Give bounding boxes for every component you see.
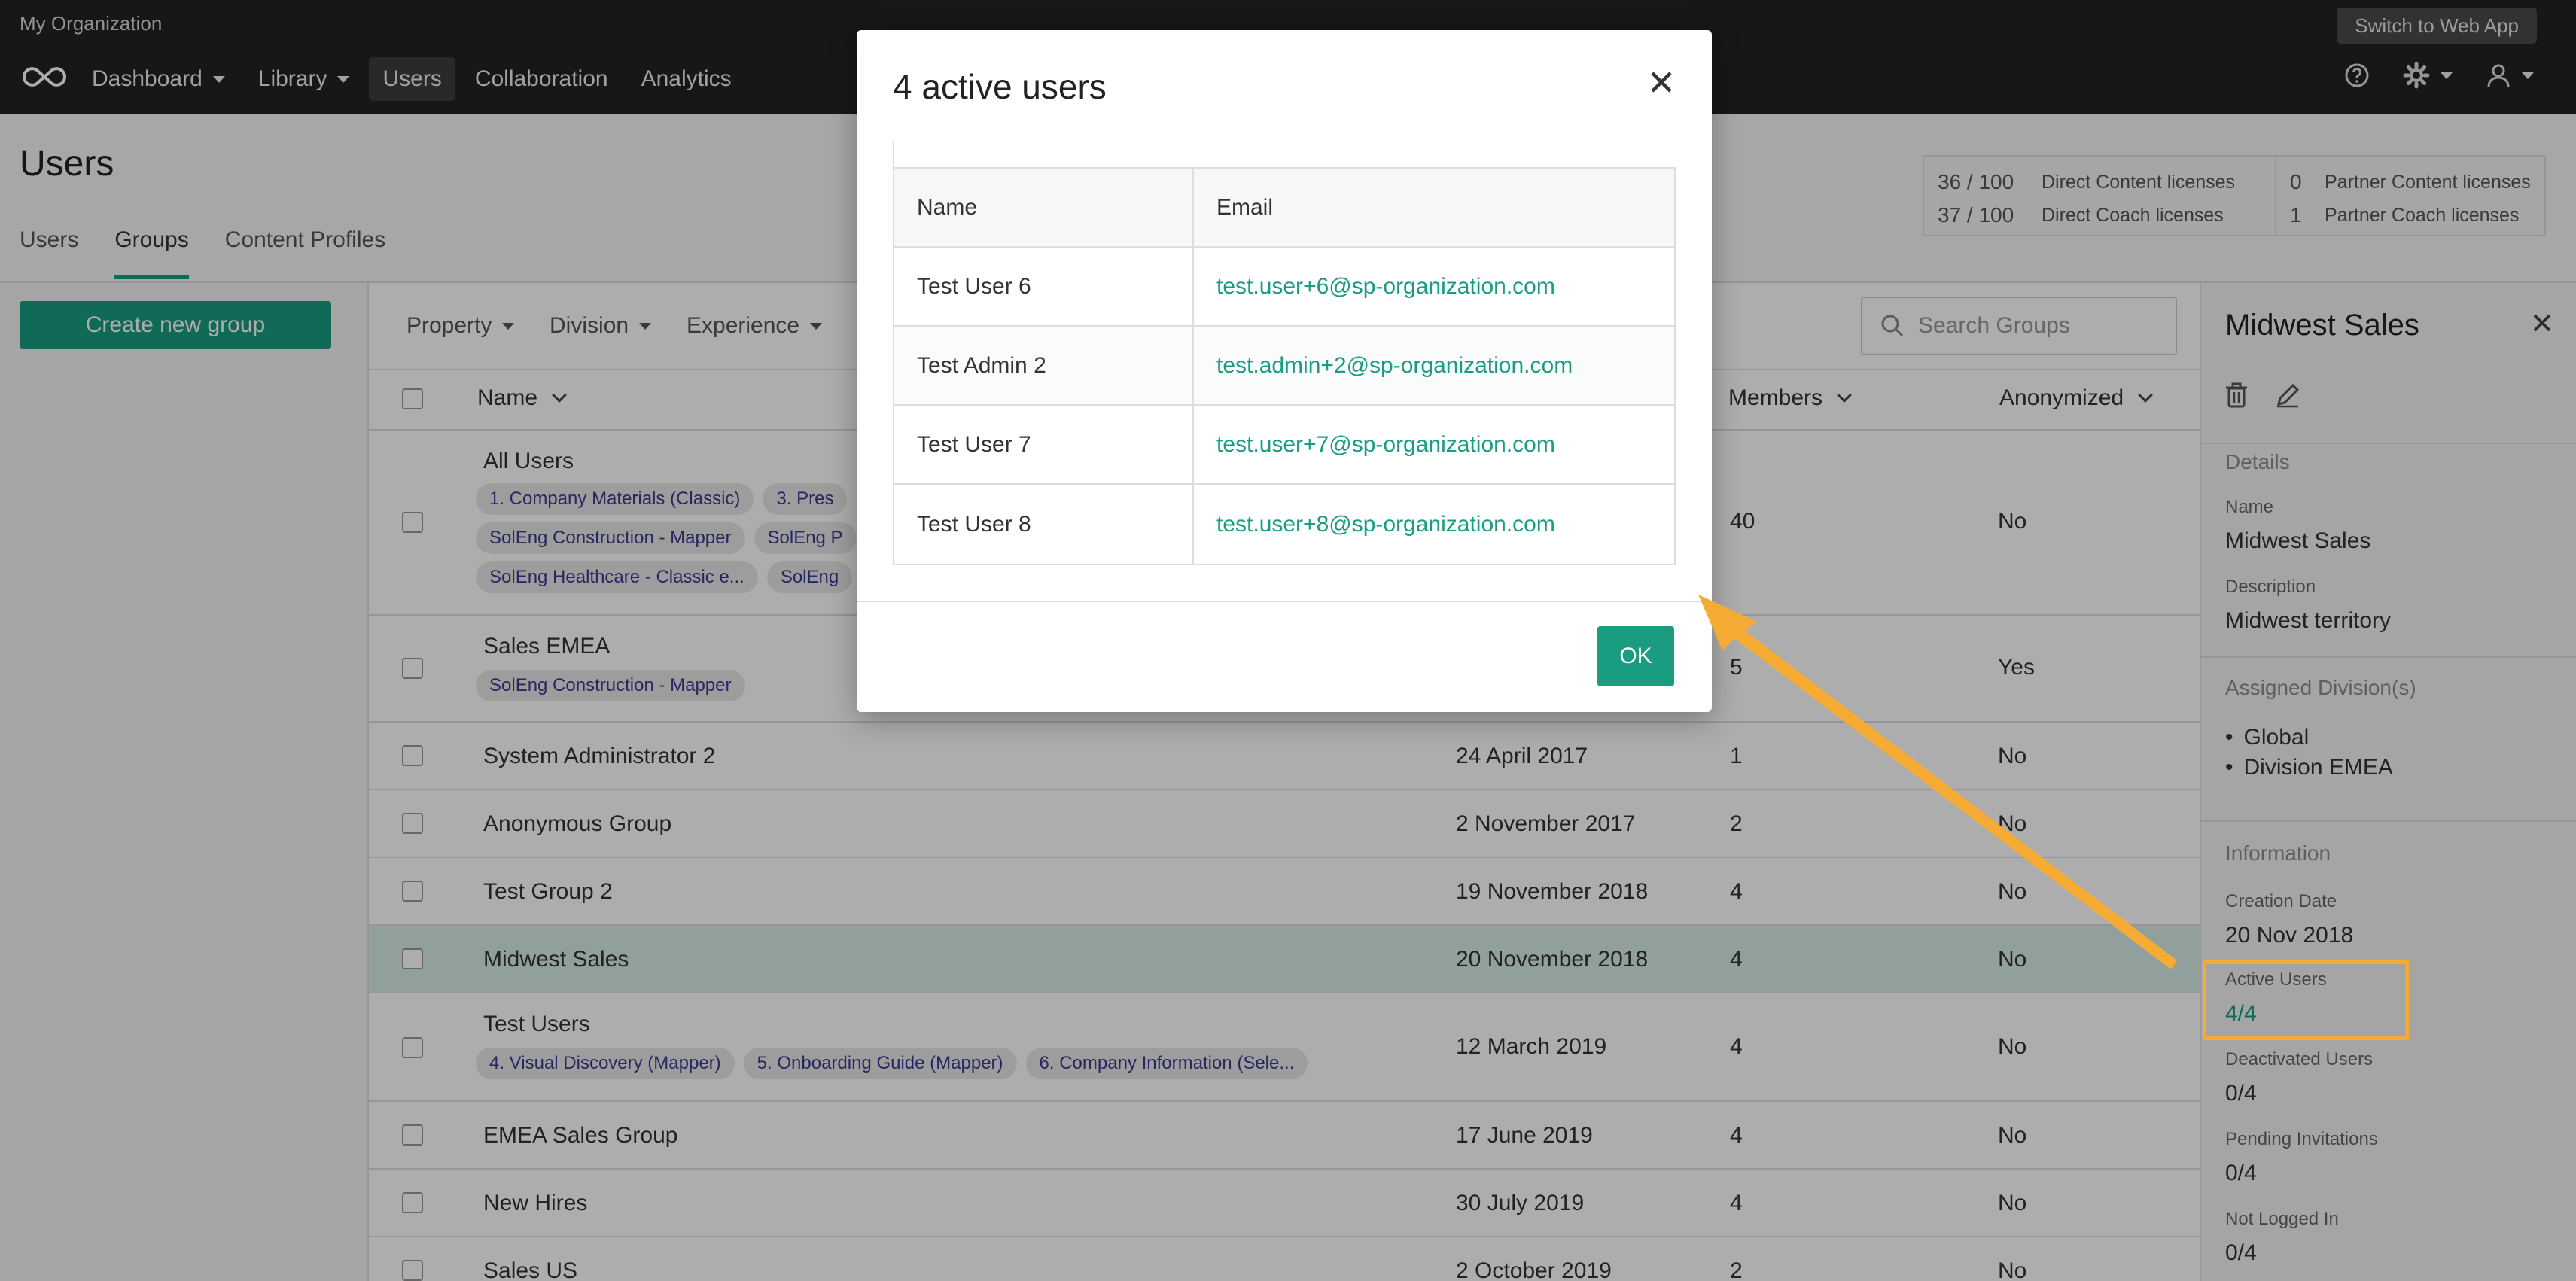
annotation-arrow-icon	[1698, 595, 2177, 969]
